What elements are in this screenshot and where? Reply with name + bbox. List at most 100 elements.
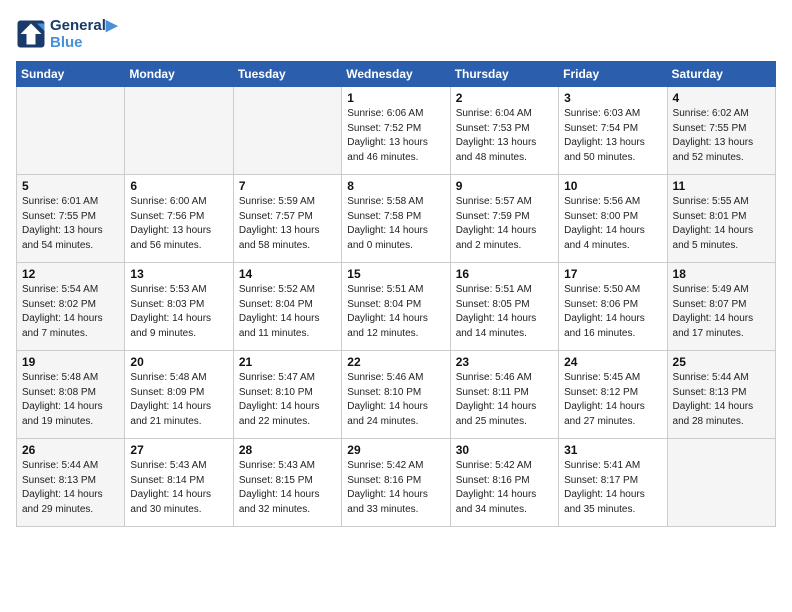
calendar-cell: 11Sunrise: 5:55 AM Sunset: 8:01 PM Dayli… <box>667 175 775 263</box>
logo: General▶ Blue <box>16 16 117 51</box>
day-number: 31 <box>564 443 661 457</box>
day-number: 17 <box>564 267 661 281</box>
calendar-table: SundayMondayTuesdayWednesdayThursdayFrid… <box>16 61 776 527</box>
calendar-cell: 2 Sunrise: 6:04 AM Sunset: 7:53 PM Daylig… <box>450 87 558 175</box>
cell-info: Sunrise: 5:51 AM Sunset: 8:04 PM Dayligh… <box>347 283 444 341</box>
calendar-week-row: 19 Sunrise: 5:48 AM Sunset: 8:08 PM Dayli… <box>17 351 776 439</box>
calendar-cell: 28Sunrise: 5:43 AM Sunset: 8:15 PM Dayli… <box>233 439 341 527</box>
calendar-cell: 14 Sunrise: 5:52 AM Sunset: 8:04 PM Dayli… <box>233 263 341 351</box>
calendar-cell: 7 Sunrise: 5:59 AM Sunset: 7:57 PM Daylig… <box>233 175 341 263</box>
cell-info: Sunrise: 5:49 AM Sunset: 8:07 PM Dayligh… <box>673 283 770 341</box>
calendar-cell: 17 Sunrise: 5:50 AM Sunset: 8:06 PM Dayli… <box>559 263 667 351</box>
calendar-week-row: 5 Sunrise: 6:01 AM Sunset: 7:55 PM Daylig… <box>17 175 776 263</box>
day-number: 6 <box>130 179 227 193</box>
calendar-cell: 24 Sunrise: 5:45 AM Sunset: 8:12 PM Dayli… <box>559 351 667 439</box>
calendar-cell <box>667 439 775 527</box>
cell-info: Sunrise: 5:48 AM Sunset: 8:08 PM Dayligh… <box>22 371 119 429</box>
calendar-cell: 29 Sunrise: 5:42 AM Sunset: 8:16 PM Dayli… <box>342 439 450 527</box>
calendar-week-row: 1 Sunrise: 6:06 AM Sunset: 7:52 PM Daylig… <box>17 87 776 175</box>
day-number: 18 <box>673 267 770 281</box>
cell-info: Sunrise: 6:04 AM Sunset: 7:53 PM Dayligh… <box>456 107 553 165</box>
logo-text: General▶ Blue <box>50 16 117 51</box>
day-number: 5 <box>22 179 119 193</box>
calendar-header-cell: Sunday <box>17 62 125 87</box>
day-number: 26 <box>22 443 119 457</box>
cell-info: Sunrise: 5:59 AM Sunset: 7:57 PM Dayligh… <box>239 195 336 253</box>
day-number: 19 <box>22 355 119 369</box>
calendar-header-cell: Saturday <box>667 62 775 87</box>
logo-icon <box>16 19 46 49</box>
calendar-cell: 18 Sunrise: 5:49 AM Sunset: 8:07 PM Dayli… <box>667 263 775 351</box>
calendar-cell: 26Sunrise: 5:44 AM Sunset: 8:13 PM Dayli… <box>17 439 125 527</box>
calendar-header-cell: Tuesday <box>233 62 341 87</box>
cell-info: Sunrise: 5:43 AM Sunset: 8:14 PM Dayligh… <box>130 459 227 517</box>
calendar-cell <box>17 87 125 175</box>
calendar-cell <box>233 87 341 175</box>
day-number: 4 <box>673 91 770 105</box>
cell-info: Sunrise: 5:54 AM Sunset: 8:02 PM Dayligh… <box>22 283 119 341</box>
calendar-cell: 19 Sunrise: 5:48 AM Sunset: 8:08 PM Dayli… <box>17 351 125 439</box>
calendar-cell: 4 Sunrise: 6:02 AM Sunset: 7:55 PM Daylig… <box>667 87 775 175</box>
calendar-cell: 22Sunrise: 5:46 AM Sunset: 8:10 PM Dayli… <box>342 351 450 439</box>
day-number: 2 <box>456 91 553 105</box>
day-number: 28 <box>239 443 336 457</box>
day-number: 29 <box>347 443 444 457</box>
day-number: 20 <box>130 355 227 369</box>
day-number: 3 <box>564 91 661 105</box>
cell-info: Sunrise: 5:44 AM Sunset: 8:13 PM Dayligh… <box>673 371 770 429</box>
cell-info: Sunrise: 6:02 AM Sunset: 7:55 PM Dayligh… <box>673 107 770 165</box>
calendar-cell: 1 Sunrise: 6:06 AM Sunset: 7:52 PM Daylig… <box>342 87 450 175</box>
calendar-cell: 6 Sunrise: 6:00 AM Sunset: 7:56 PM Daylig… <box>125 175 233 263</box>
calendar-week-row: 12 Sunrise: 5:54 AM Sunset: 8:02 PM Dayli… <box>17 263 776 351</box>
cell-info: Sunrise: 5:51 AM Sunset: 8:05 PM Dayligh… <box>456 283 553 341</box>
calendar-header-cell: Thursday <box>450 62 558 87</box>
day-number: 22 <box>347 355 444 369</box>
cell-info: Sunrise: 5:50 AM Sunset: 8:06 PM Dayligh… <box>564 283 661 341</box>
calendar-cell: 9Sunrise: 5:57 AM Sunset: 7:59 PM Daylig… <box>450 175 558 263</box>
cell-info: Sunrise: 5:58 AM Sunset: 7:58 PM Dayligh… <box>347 195 444 253</box>
cell-info: Sunrise: 6:06 AM Sunset: 7:52 PM Dayligh… <box>347 107 444 165</box>
day-number: 27 <box>130 443 227 457</box>
day-number: 16 <box>456 267 553 281</box>
calendar-cell: 23 Sunrise: 5:46 AM Sunset: 8:11 PM Dayli… <box>450 351 558 439</box>
calendar-header-cell: Friday <box>559 62 667 87</box>
day-number: 25 <box>673 355 770 369</box>
cell-info: Sunrise: 5:42 AM Sunset: 8:16 PM Dayligh… <box>347 459 444 517</box>
day-number: 8 <box>347 179 444 193</box>
calendar-cell: 31Sunrise: 5:41 AM Sunset: 8:17 PM Dayli… <box>559 439 667 527</box>
calendar-cell: 10 Sunrise: 5:56 AM Sunset: 8:00 PM Dayli… <box>559 175 667 263</box>
calendar-body: 1 Sunrise: 6:06 AM Sunset: 7:52 PM Daylig… <box>17 87 776 527</box>
day-number: 7 <box>239 179 336 193</box>
day-number: 9 <box>456 179 553 193</box>
day-number: 1 <box>347 91 444 105</box>
cell-info: Sunrise: 5:46 AM Sunset: 8:11 PM Dayligh… <box>456 371 553 429</box>
calendar-cell: 21Sunrise: 5:47 AM Sunset: 8:10 PM Dayli… <box>233 351 341 439</box>
cell-info: Sunrise: 6:00 AM Sunset: 7:56 PM Dayligh… <box>130 195 227 253</box>
day-number: 30 <box>456 443 553 457</box>
calendar-cell: 15 Sunrise: 5:51 AM Sunset: 8:04 PM Dayli… <box>342 263 450 351</box>
day-number: 24 <box>564 355 661 369</box>
day-number: 15 <box>347 267 444 281</box>
calendar-header-row: SundayMondayTuesdayWednesdayThursdayFrid… <box>17 62 776 87</box>
calendar-cell: 30Sunrise: 5:42 AM Sunset: 8:16 PM Dayli… <box>450 439 558 527</box>
page-header: General▶ Blue <box>16 16 776 51</box>
calendar-cell: 13Sunrise: 5:53 AM Sunset: 8:03 PM Dayli… <box>125 263 233 351</box>
cell-info: Sunrise: 5:56 AM Sunset: 8:00 PM Dayligh… <box>564 195 661 253</box>
day-number: 10 <box>564 179 661 193</box>
day-number: 12 <box>22 267 119 281</box>
calendar-cell: 20 Sunrise: 5:48 AM Sunset: 8:09 PM Dayli… <box>125 351 233 439</box>
calendar-cell <box>125 87 233 175</box>
day-number: 11 <box>673 179 770 193</box>
calendar-cell: 8 Sunrise: 5:58 AM Sunset: 7:58 PM Daylig… <box>342 175 450 263</box>
day-number: 14 <box>239 267 336 281</box>
cell-info: Sunrise: 5:47 AM Sunset: 8:10 PM Dayligh… <box>239 371 336 429</box>
calendar-cell: 27 Sunrise: 5:43 AM Sunset: 8:14 PM Dayli… <box>125 439 233 527</box>
cell-info: Sunrise: 6:01 AM Sunset: 7:55 PM Dayligh… <box>22 195 119 253</box>
cell-info: Sunrise: 5:52 AM Sunset: 8:04 PM Dayligh… <box>239 283 336 341</box>
day-number: 23 <box>456 355 553 369</box>
calendar-cell: 25 Sunrise: 5:44 AM Sunset: 8:13 PM Dayli… <box>667 351 775 439</box>
cell-info: Sunrise: 5:48 AM Sunset: 8:09 PM Dayligh… <box>130 371 227 429</box>
cell-info: Sunrise: 5:45 AM Sunset: 8:12 PM Dayligh… <box>564 371 661 429</box>
calendar-cell: 5 Sunrise: 6:01 AM Sunset: 7:55 PM Daylig… <box>17 175 125 263</box>
calendar-cell: 3Sunrise: 6:03 AM Sunset: 7:54 PM Daylig… <box>559 87 667 175</box>
